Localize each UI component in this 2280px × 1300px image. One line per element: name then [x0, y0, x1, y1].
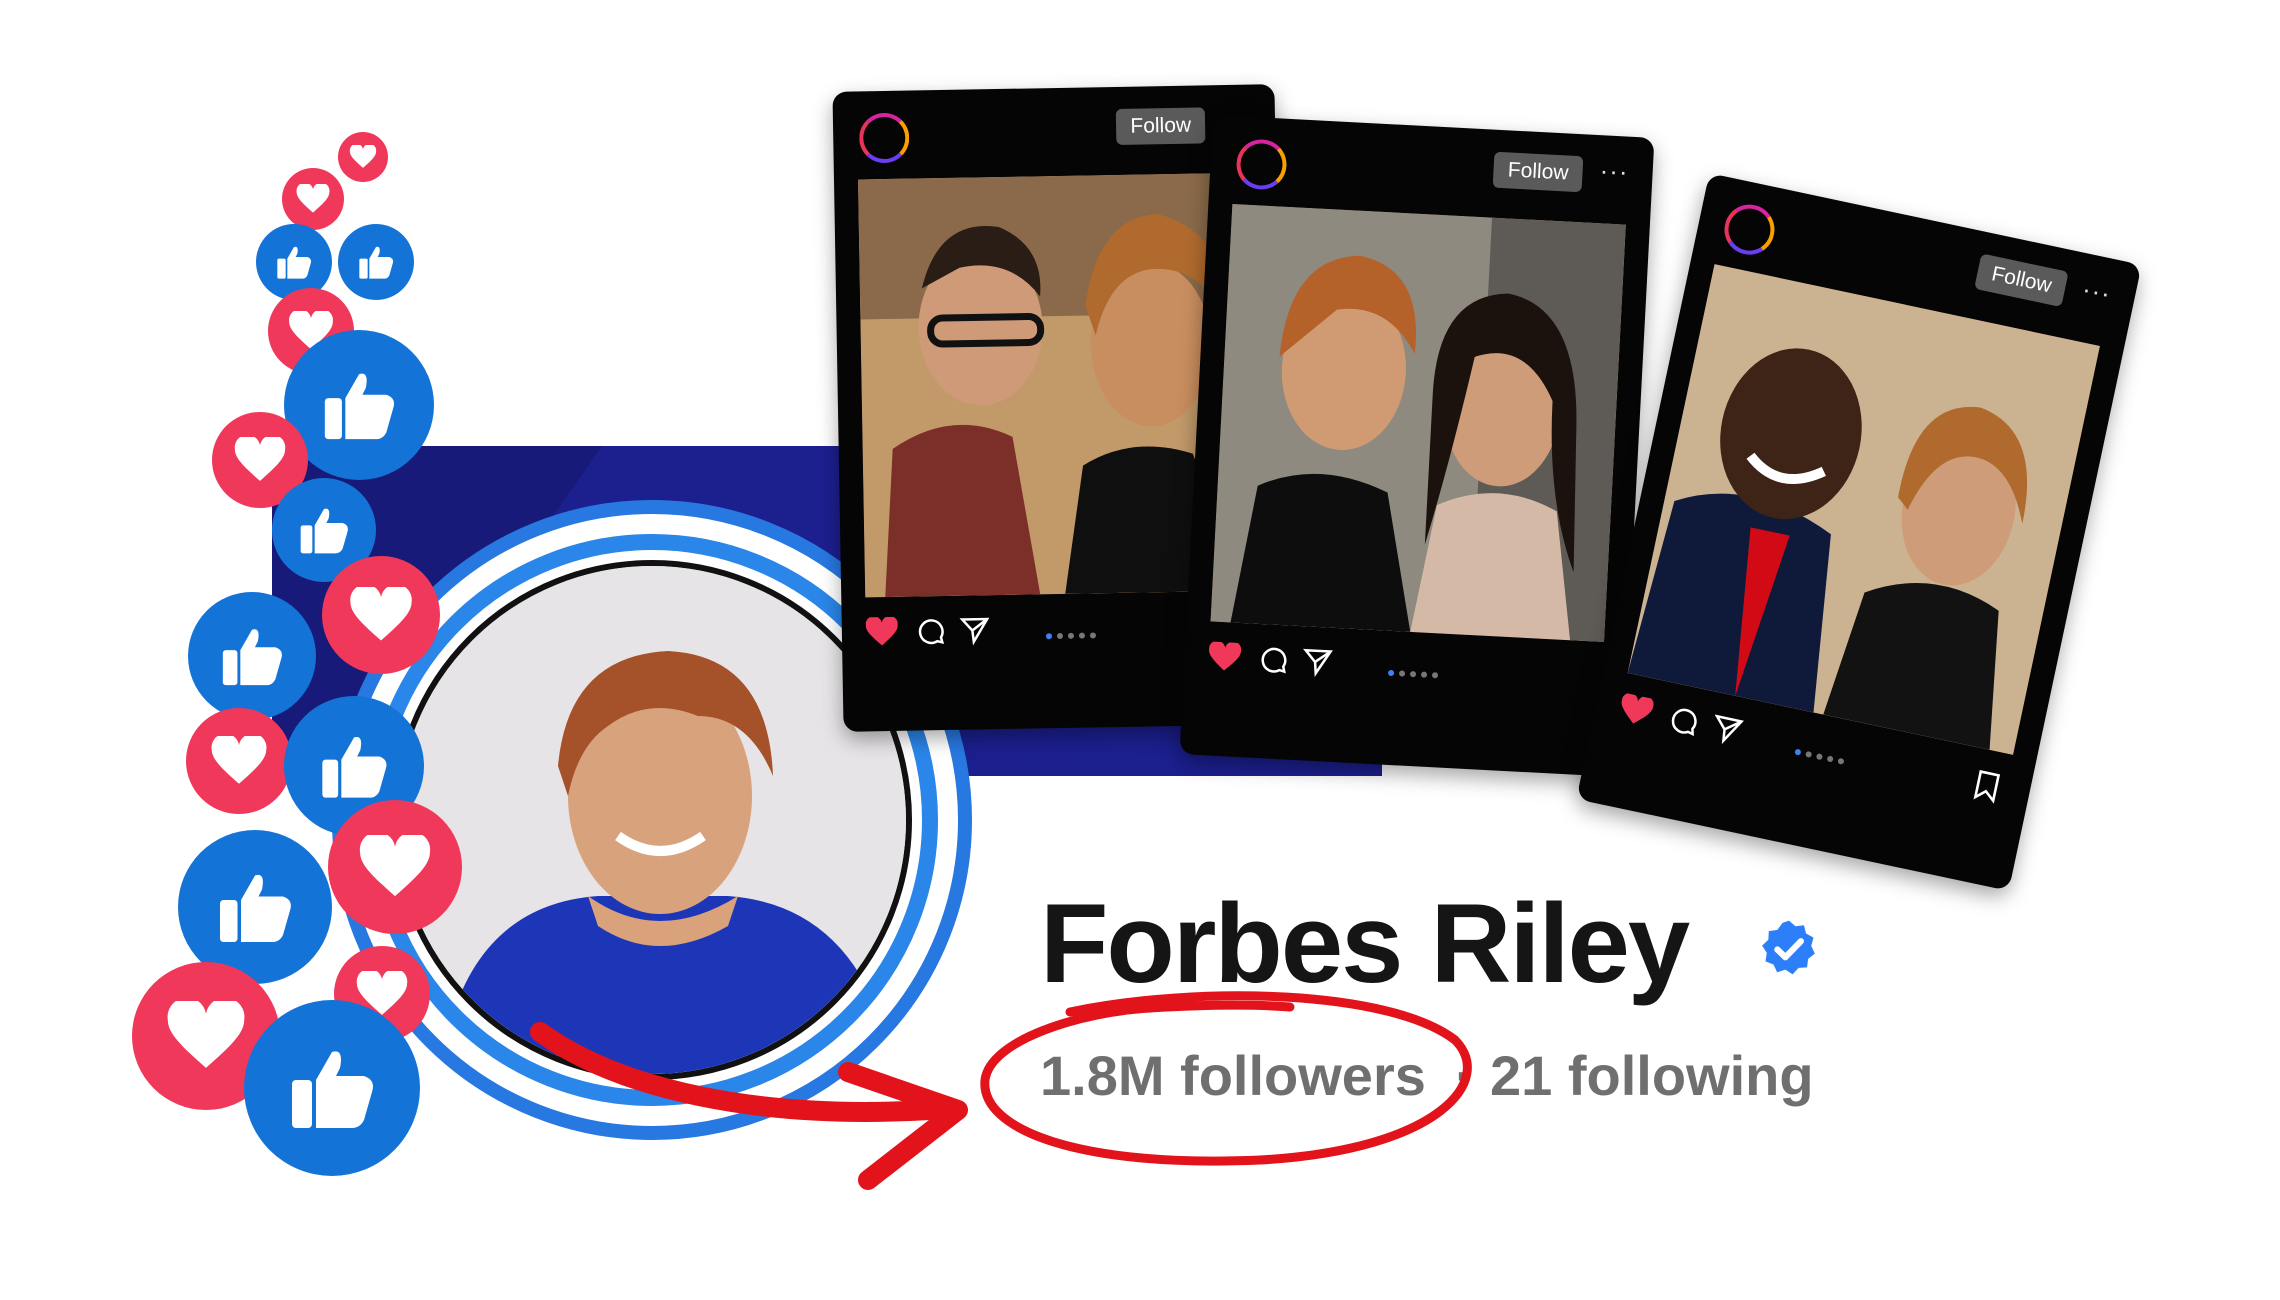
like-icon — [338, 224, 414, 300]
carousel-dots — [1045, 625, 1101, 644]
post-card-2[interactable]: Follow ··· — [1179, 114, 1655, 778]
followers-count[interactable]: 1.8M followers — [1040, 1048, 1426, 1104]
bookmark-icon[interactable] — [1971, 768, 2003, 805]
carousel-dots — [1387, 663, 1444, 684]
more-options-icon[interactable]: ··· — [2079, 273, 2114, 309]
send-icon[interactable] — [1302, 646, 1334, 678]
story-ring-icon[interactable] — [1235, 138, 1288, 191]
comment-icon[interactable] — [916, 616, 947, 647]
comment-icon[interactable] — [1666, 703, 1702, 739]
carousel-dots — [1793, 742, 1851, 771]
post-photo[interactable] — [1210, 204, 1626, 643]
follow-button[interactable]: Follow — [1974, 253, 2069, 308]
post-photo[interactable] — [1627, 264, 2100, 755]
love-icon — [328, 800, 462, 934]
verified-badge-icon — [1762, 920, 1815, 975]
like-icon — [178, 830, 332, 984]
heart-icon[interactable] — [1208, 641, 1242, 673]
story-ring-icon[interactable] — [858, 112, 910, 164]
follow-button[interactable]: Follow — [1492, 151, 1584, 193]
profile-name: Forbes Riley — [1040, 881, 1690, 1006]
comment-icon[interactable] — [1258, 644, 1290, 676]
follow-button[interactable]: Follow — [1116, 107, 1206, 145]
heart-icon[interactable] — [865, 616, 899, 648]
send-icon[interactable] — [1709, 712, 1745, 748]
post-actions — [1207, 635, 1603, 706]
story-ring-icon[interactable] — [1719, 199, 1780, 260]
like-icon — [188, 592, 316, 720]
heart-icon[interactable] — [1617, 692, 1655, 729]
more-options-icon[interactable]: ··· — [1599, 155, 1630, 187]
like-icon — [244, 1000, 420, 1176]
love-icon — [338, 132, 388, 182]
following-count[interactable]: 21 following — [1490, 1048, 1814, 1104]
profile-avatar[interactable] — [392, 560, 912, 1080]
stats-separator: · — [1455, 1044, 1474, 1107]
post-card-3[interactable]: Follow ··· — [1576, 173, 2142, 891]
love-icon — [282, 168, 344, 230]
send-icon[interactable] — [959, 615, 991, 646]
love-icon — [322, 556, 440, 674]
love-icon — [186, 708, 292, 814]
